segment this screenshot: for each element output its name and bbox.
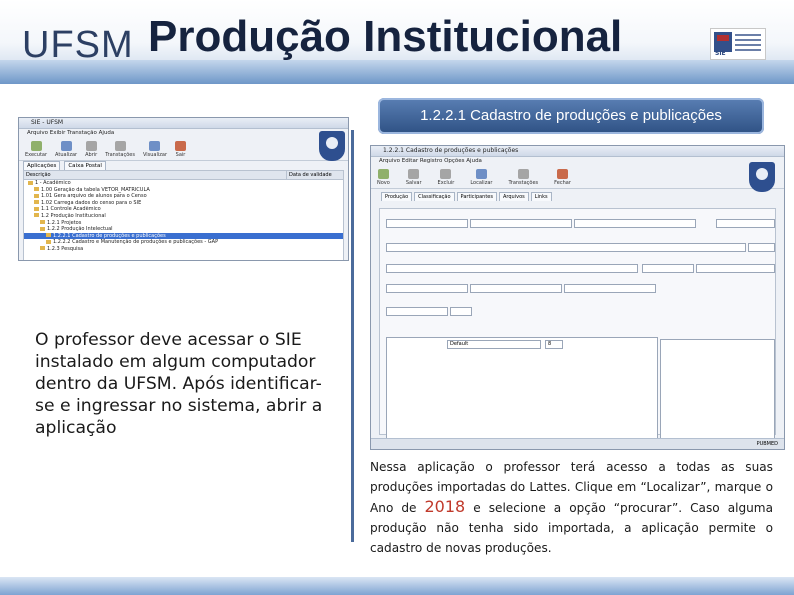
sie-main-window: SIE - UFSM Arquivo Exibir Transtação Aju… — [18, 117, 349, 261]
open-icon — [85, 140, 97, 151]
sie-logo-lines — [735, 34, 761, 52]
sie-logo: SIE — [710, 28, 766, 60]
form-toolbar: Novo Salvar Excluir Localizar Transtaçõe… — [371, 166, 784, 189]
view-button[interactable]: Visualizar — [143, 140, 167, 158]
tree-item[interactable]: 1.2.1 Projetos — [24, 220, 343, 227]
right-instructions: Nessa aplicação o professor terá acesso … — [370, 460, 773, 555]
tab-production[interactable]: Produção — [381, 192, 413, 201]
tree-header: Descrição Data de validade — [23, 170, 344, 180]
transactions-button[interactable]: Transtações — [508, 168, 538, 186]
ufsm-crest-icon — [749, 162, 775, 192]
tree-item[interactable]: 1 - Acadêmico — [24, 180, 343, 187]
ufsm-crest-icon — [319, 131, 345, 161]
form-field[interactable] — [386, 219, 468, 228]
close-icon — [557, 168, 569, 179]
form-field[interactable] — [642, 264, 694, 273]
editor-font-size[interactable]: 8 — [545, 340, 563, 349]
transactions-icon — [517, 168, 529, 179]
ufsm-logo: UFSM — [22, 24, 134, 66]
divider-line — [351, 130, 354, 542]
form-field[interactable] — [696, 264, 775, 273]
sie-toolbar: Executar Atualizar Abrir Transtações Vis… — [19, 138, 348, 161]
transactions-button[interactable]: Transtações — [105, 140, 135, 158]
form-tabs: Produção Classificação Participantes Arq… — [371, 192, 784, 201]
column-description[interactable]: Descrição — [24, 171, 286, 179]
tab-participants[interactable]: Participantes — [456, 192, 497, 201]
sie-tabs: Aplicações Caixa Postal — [19, 161, 348, 170]
close-button[interactable]: Fechar — [554, 168, 571, 186]
exit-icon — [175, 140, 187, 151]
delete-button[interactable]: Excluir — [438, 168, 454, 186]
delete-icon — [440, 168, 452, 179]
highlighted-year: 2018 — [424, 497, 466, 516]
tree-item[interactable]: 1.1 Controle Acadêmico — [24, 206, 343, 213]
section-subtitle-text: 1.2.2.1 Cadastro de produções e publicaç… — [420, 107, 722, 124]
form-field[interactable] — [574, 219, 696, 228]
sie-logo-accent — [717, 35, 729, 41]
form-field[interactable] — [450, 307, 472, 316]
form-field[interactable] — [564, 284, 656, 293]
sie-logo-text: SIE — [715, 50, 726, 57]
form-field[interactable] — [716, 219, 775, 228]
refresh-icon — [60, 140, 72, 151]
form-field[interactable] — [386, 264, 638, 273]
tree-item[interactable]: 1.2.2.2 Cadastro e Manutenção de produçõ… — [24, 239, 343, 246]
refresh-button[interactable]: Atualizar — [55, 140, 77, 158]
notes-editor[interactable]: Default 8 — [386, 337, 658, 449]
tree-item-selected[interactable]: 1.2.2.1 Cadastro de produções e publicaç… — [24, 232, 343, 240]
form-field[interactable] — [748, 243, 775, 252]
footer-band — [0, 577, 794, 595]
side-list[interactable] — [660, 339, 775, 449]
tree-item[interactable]: 1.02 Carrega dados do censo para o SIE — [24, 200, 343, 207]
view-icon — [149, 140, 161, 151]
page-title: Produção Institucional — [148, 12, 623, 61]
form-window-titlebar: 1.2.2.1 Cadastro de produções e publicaç… — [371, 146, 784, 157]
new-icon — [377, 168, 389, 179]
form-field[interactable] — [386, 307, 448, 316]
new-button[interactable]: Novo — [377, 168, 390, 186]
form-menubar[interactable]: Arquivo Editar Registro Opções Ajuda — [371, 157, 784, 166]
tab-classification[interactable]: Classificação — [414, 192, 455, 201]
exit-button[interactable]: Sair — [175, 140, 187, 158]
execute-icon — [30, 140, 42, 151]
left-instructions: O professor deve acessar o SIE instalado… — [35, 330, 323, 438]
editor-font-select[interactable]: Default — [447, 340, 541, 349]
save-button[interactable]: Salvar — [406, 168, 422, 186]
form-body: Default 8 — [379, 208, 776, 449]
production-form-window: 1.2.2.1 Cadastro de produções e publicaç… — [370, 145, 785, 450]
transactions-icon — [114, 140, 126, 151]
form-field[interactable] — [386, 243, 746, 252]
sie-menubar[interactable]: Arquivo Exibir Transtação Ajuda — [19, 129, 348, 138]
search-icon — [475, 168, 487, 179]
tree-item[interactable]: 1.2.2 Produção Intelectual — [24, 226, 343, 233]
tree-item[interactable]: 1.2 Produção Institucional — [24, 213, 343, 220]
form-field[interactable] — [470, 284, 562, 293]
search-button[interactable]: Localizar — [470, 168, 492, 186]
tree-item[interactable]: 1.00 Geração da tabela VETOR_MATRICULA — [24, 187, 343, 194]
tree-item[interactable]: 1.2.3 Pesquisa — [24, 246, 343, 253]
form-statusbar: PUBMED — [371, 438, 784, 449]
column-validity[interactable]: Data de validade — [286, 171, 343, 179]
save-icon — [408, 168, 420, 179]
sie-window-titlebar: SIE - UFSM — [19, 118, 348, 129]
tree-item[interactable]: 1.01 Gera arquivo de alunos para o Censo — [24, 193, 343, 200]
tab-files[interactable]: Arquivos — [499, 192, 529, 201]
execute-button[interactable]: Executar — [25, 140, 47, 158]
form-field[interactable] — [470, 219, 572, 228]
section-subtitle: 1.2.2.1 Cadastro de produções e publicaç… — [378, 98, 764, 134]
tab-applications[interactable]: Aplicações — [23, 161, 61, 170]
application-tree[interactable]: 1 - Acadêmico 1.00 Geração da tabela VET… — [23, 180, 344, 260]
open-button[interactable]: Abrir — [85, 140, 97, 158]
tab-mailbox[interactable]: Caixa Postal — [64, 161, 106, 170]
form-field[interactable] — [386, 284, 468, 293]
tab-links[interactable]: Links — [530, 192, 552, 201]
